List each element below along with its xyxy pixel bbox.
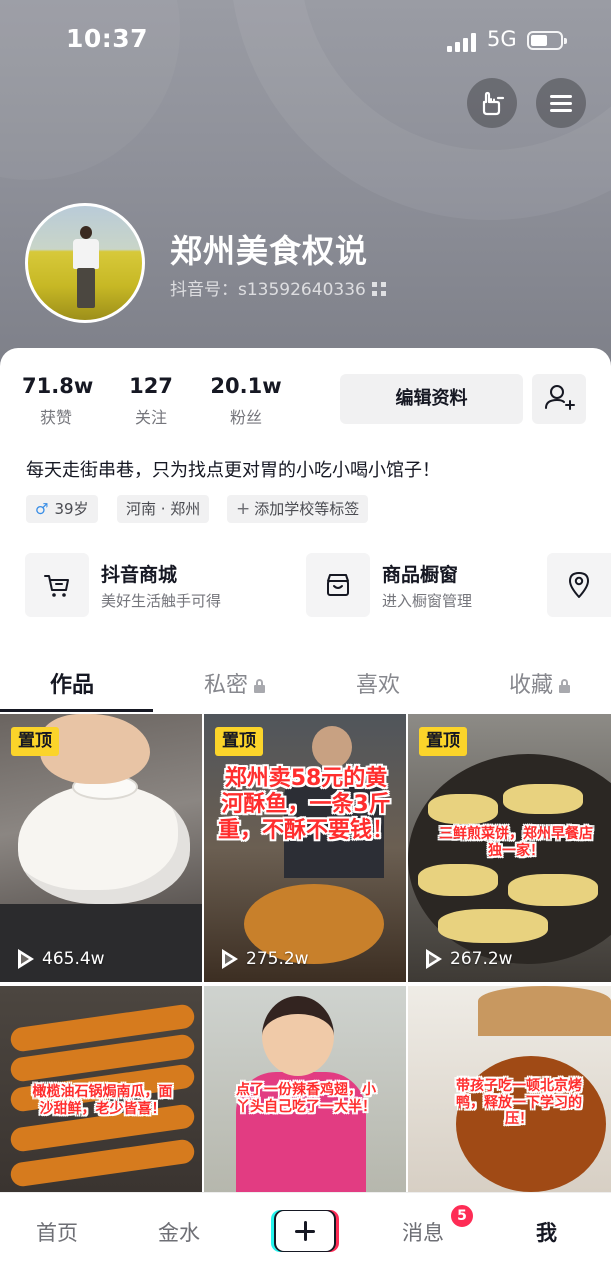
stat-following-label: 关注 [134, 408, 167, 427]
cart-icon [25, 553, 89, 617]
pinned-badge: 置顶 [419, 727, 467, 756]
messages-badge: 5 [449, 1203, 475, 1229]
play-count: 267.2w [424, 948, 513, 970]
video-caption: 三鲜煎菜饼，郑州早餐店独一家！ [439, 826, 593, 859]
lock-icon [559, 679, 571, 693]
stat-following[interactable]: 127 关注 [122, 374, 180, 428]
pinned-badge: 置顶 [11, 727, 59, 756]
tab-label: 喜欢 [356, 673, 401, 698]
video-thumbnail[interactable]: 橄榄油石锅焗南瓜，面沙甜鲜，老少皆喜！ [0, 986, 202, 1192]
nav-messages[interactable]: 消息 [402, 1217, 444, 1247]
play-count-value: 267.2w [450, 949, 513, 969]
qr-code-icon[interactable] [371, 282, 386, 296]
video-thumbnail[interactable]: 置顶 465.4w [0, 714, 202, 982]
status-bar: 10:37 5G [0, 0, 611, 80]
stat-followers-value: 20.1w [210, 374, 282, 398]
plus-icon: + [236, 499, 251, 519]
play-count: 275.2w [220, 948, 309, 970]
video-caption: 郑州卖58元的黄河酥鱼，一条3斤重，不酥不要钱！ [217, 766, 394, 843]
video-thumbnail[interactable]: 点了一份辣香鸡翅，小丫头自己吃了一大半！ [204, 986, 406, 1192]
tab-active-indicator [0, 709, 153, 712]
play-icon [220, 948, 240, 970]
service-shop-window[interactable]: 商品橱窗 进入橱窗管理 [306, 553, 526, 617]
stat-following-value: 127 [129, 374, 173, 398]
video-grid: 置顶 465.4w 郑州卖58元的黄河酥鱼，一条3斤重，不酥不要钱！ 置顶 27… [0, 714, 611, 1192]
tab-favorites[interactable]: 收藏 [509, 667, 571, 699]
nav-home[interactable]: 首页 [36, 1217, 78, 1247]
stat-likes[interactable]: 71.8w 获赞 [22, 374, 94, 428]
nav-jinshui[interactable]: 金水 [158, 1217, 200, 1247]
video-caption: 橄榄油石锅焗南瓜，面沙甜鲜，老少皆喜！ [32, 1084, 173, 1117]
location-tag: 河南 · 郑州 [117, 495, 210, 523]
bottom-nav: 首页 金水 消息 5 我 [0, 1192, 611, 1280]
play-icon [424, 948, 444, 970]
network-type: 5G [487, 27, 517, 51]
content-tabs: 作品 私密 喜欢 收藏 [0, 653, 611, 713]
signal-icon [447, 32, 479, 52]
play-count-value: 465.4w [42, 949, 105, 969]
hand-pointer-icon [482, 91, 505, 116]
tab-label: 作品 [50, 673, 95, 698]
age-text: 39岁 [54, 500, 89, 518]
avatar[interactable] [25, 203, 145, 323]
bio-text: 每天走街串巷，只为找点更对胃的小吃小喝小馆子！ [26, 460, 440, 481]
status-time: 10:37 [66, 24, 149, 53]
username: 郑州美食权说 [170, 232, 369, 270]
tab-likes[interactable]: 喜欢 [356, 667, 400, 699]
male-icon: ♂ [35, 500, 49, 518]
add-friend-button[interactable] [532, 374, 586, 424]
add-school-tag[interactable]: + 添加学校等标签 [227, 495, 369, 523]
stat-likes-label: 获赞 [39, 408, 72, 427]
add-school-text: 添加学校等标签 [254, 500, 360, 518]
edit-profile-button[interactable]: 编辑资料 [340, 374, 523, 424]
nav-me[interactable]: 我 [536, 1217, 557, 1247]
create-button[interactable] [274, 1210, 336, 1252]
location-button[interactable] [547, 553, 611, 617]
service-title: 抖音商城 [101, 564, 178, 586]
douyin-id[interactable]: 抖音号：s13592640336 [170, 275, 386, 300]
play-count: 465.4w [16, 948, 105, 970]
service-subtitle: 进入橱窗管理 [382, 592, 473, 610]
battery-icon [527, 31, 567, 50]
tab-private[interactable]: 私密 [204, 667, 266, 699]
play-icon [16, 948, 36, 970]
tab-works[interactable]: 作品 [50, 667, 94, 699]
video-caption: 点了一份辣香鸡翅，小丫头自己吃了一大半！ [236, 1082, 376, 1115]
hamburger-icon [550, 91, 572, 116]
stat-likes-value: 71.8w [22, 374, 94, 398]
menu-button[interactable] [536, 78, 586, 128]
video-thumbnail[interactable]: 郑州卖58元的黄河酥鱼，一条3斤重，不酥不要钱！ 置顶 275.2w [204, 714, 406, 982]
add-user-icon [545, 385, 575, 410]
hand-pointer-button[interactable] [467, 78, 517, 128]
tab-label: 私密 [204, 673, 249, 698]
profile-header: 10:37 5G 郑州美食权说 抖音号：s13592640336 [0, 0, 611, 380]
location-pin-icon [569, 572, 589, 598]
video-thumbnail[interactable]: 三鲜煎菜饼，郑州早餐店独一家！ 置顶 267.2w [408, 714, 611, 982]
shop-window-icon [306, 553, 370, 617]
plus-icon [276, 1211, 334, 1251]
lock-icon [254, 679, 266, 693]
play-count-value: 275.2w [246, 949, 309, 969]
service-title: 商品橱窗 [382, 564, 459, 586]
stat-followers[interactable]: 20.1w 粉丝 [208, 374, 284, 428]
service-subtitle: 美好生活触手可得 [101, 592, 222, 610]
video-caption: 带孩子吃一顿北京烤鸭，释放一下学习的压！ [456, 1078, 582, 1128]
video-thumbnail[interactable]: 带孩子吃一顿北京烤鸭，释放一下学习的压！ [408, 986, 611, 1192]
service-douyin-mall[interactable]: 抖音商城 美好生活触手可得 [25, 553, 275, 617]
stat-followers-label: 粉丝 [229, 408, 262, 427]
douyin-id-text: 抖音号：s13592640336 [170, 280, 366, 300]
pinned-badge: 置顶 [215, 727, 263, 756]
tab-label: 收藏 [509, 673, 554, 698]
age-tag: ♂ 39岁 [26, 495, 98, 523]
